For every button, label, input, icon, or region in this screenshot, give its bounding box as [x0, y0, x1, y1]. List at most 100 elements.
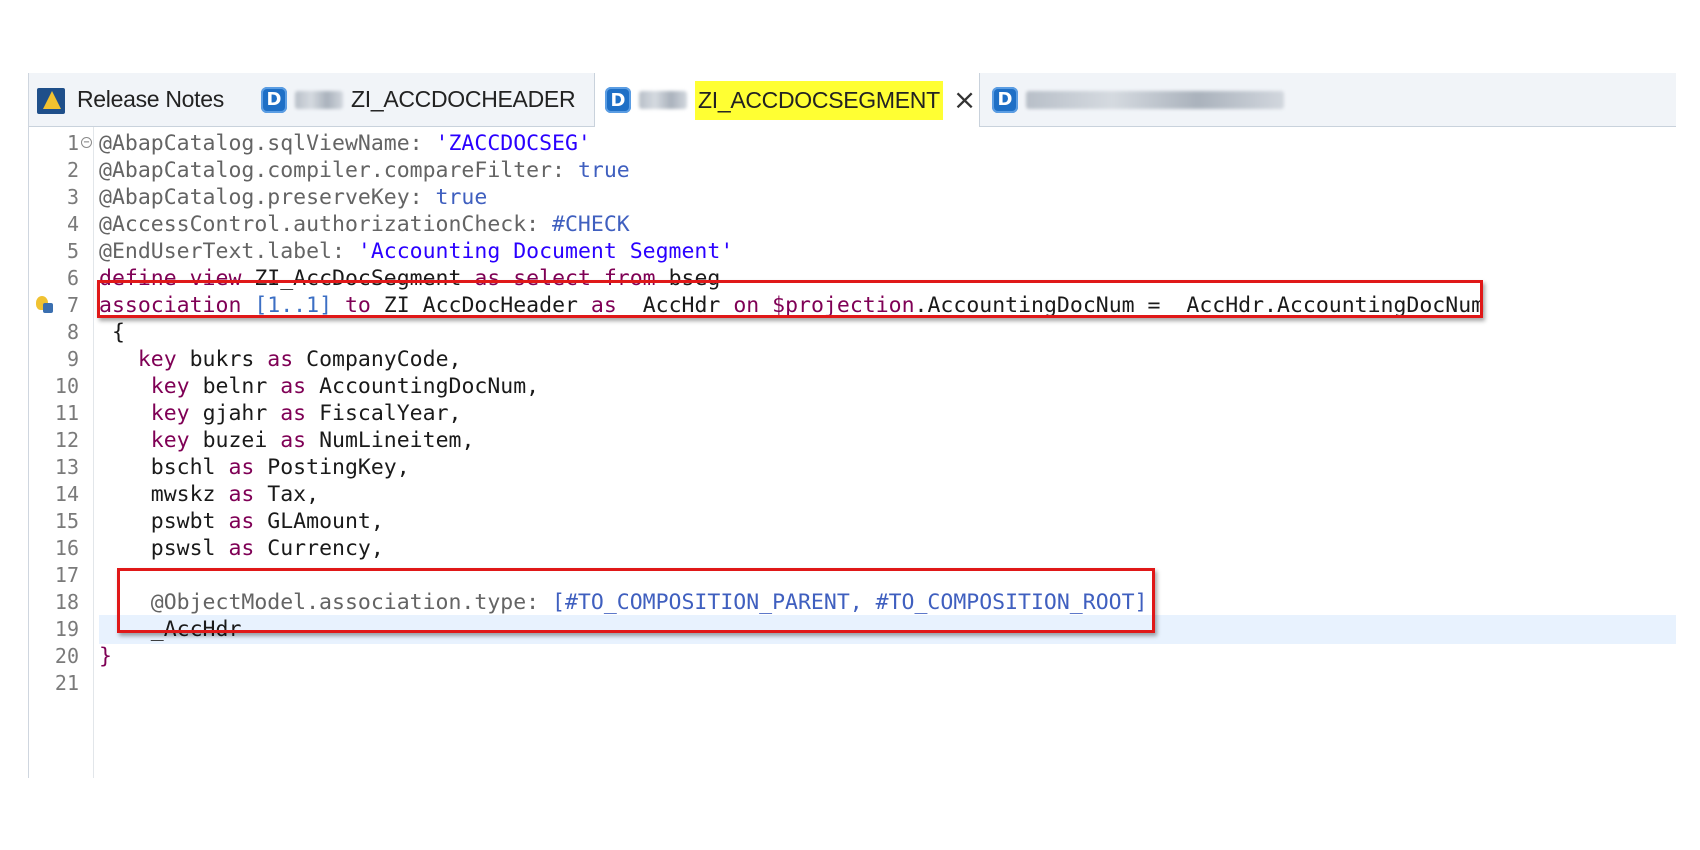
code-token: mwskz — [99, 482, 229, 507]
code-line[interactable]: 19 _AccHdr — [29, 615, 1676, 644]
code-line[interactable]: 1− @AbapCatalog.sqlViewName: 'ZACCDOCSEG' — [29, 129, 1676, 158]
tab-label: ZI_ACCDOCSEGMENT — [695, 80, 943, 120]
code-line[interactable]: 14 mwskz as Tax, — [29, 480, 1676, 509]
code-token: .AccountingDocNum = _AccHdr.AccountingDo… — [914, 293, 1485, 318]
line-number: 20 — [54, 644, 79, 668]
code-line[interactable]: 6 define view ZI_AccDocSegment as select … — [29, 264, 1676, 293]
code-token: _AccHdr — [629, 293, 734, 318]
code-token: as — [228, 509, 268, 534]
code-token: ZI_AccDocHeader — [383, 293, 591, 318]
line-number: 2 — [66, 158, 79, 182]
code-text: @AbapCatalog.sqlViewName: 'ZACCDOCSEG' — [99, 129, 1676, 158]
code-line[interactable]: 9 key bukrs as CompanyCode, — [29, 345, 1676, 374]
ddl-source-icon: D — [261, 86, 287, 113]
code-token: bseg — [668, 266, 721, 291]
code-line[interactable]: 13 bschl as PostingKey, — [29, 453, 1676, 482]
redacted-tab-name — [1026, 90, 1284, 109]
code-text: @ObjectModel.association.type: [#TO_COMP… — [99, 588, 1676, 617]
code-line[interactable]: 8 { — [29, 318, 1676, 347]
code-token: gjahr — [202, 401, 281, 426]
code-token: $projection — [772, 293, 915, 318]
line-number: 21 — [54, 671, 79, 695]
code-token: CompanyCode, — [306, 347, 462, 372]
code-token: define view — [99, 266, 255, 291]
release-notes-icon — [37, 85, 67, 115]
code-token: key — [99, 347, 190, 372]
code-token: pswsl — [99, 536, 229, 561]
code-token: Currency, — [267, 536, 384, 561]
code-token: @EndUserText.label: — [99, 239, 358, 264]
tab-release-notes[interactable]: Release Notes — [37, 73, 224, 126]
code-text: pswbt as GLAmount, — [99, 507, 1676, 536]
code-text: @AbapCatalog.preserveKey: true — [99, 183, 1676, 212]
code-token: 'Accounting Document Segment' — [357, 239, 734, 264]
code-text: define view ZI_AccDocSegment as select f… — [99, 264, 1676, 293]
line-number: 18 — [54, 590, 79, 614]
code-token: @AbapCatalog.compiler.compareFilter: — [99, 158, 578, 183]
code-line[interactable]: 10 key belnr as AccountingDocNum, — [29, 372, 1676, 401]
ddl-source-icon: D — [992, 86, 1018, 113]
code-text: key buzei as NumLineitem, — [99, 426, 1676, 455]
code-token: buzei — [202, 428, 281, 453]
code-text: key gjahr as FiscalYear, — [99, 399, 1676, 428]
code-token: AccountingDocNum, — [319, 374, 540, 399]
code-text: key belnr as AccountingDocNum, — [99, 372, 1676, 401]
code-token: 'ZACCDOCSEG' — [435, 131, 591, 156]
code-token: ZI_AccDocSegment — [254, 266, 475, 291]
editor-tab-bar: Release Notes D ZI_ACCDOCHEADER D ZI_ACC… — [29, 73, 1676, 127]
ddl-source-icon: D — [605, 87, 631, 113]
tab-redacted[interactable]: D — [992, 73, 1292, 126]
code-token: _AccHdr — [99, 617, 242, 642]
fold-toggle-icon[interactable]: − — [81, 137, 92, 148]
code-line[interactable]: 16 pswsl as Currency, — [29, 534, 1676, 563]
code-line[interactable]: 18 @ObjectModel.association.type: [#TO_C… — [29, 588, 1676, 617]
tab-zi-accdocsegment[interactable]: D ZI_ACCDOCSEGMENT × — [594, 73, 980, 127]
line-number: 6 — [66, 266, 79, 290]
code-token: association — [99, 293, 255, 318]
code-line[interactable]: 15 pswbt as GLAmount, — [29, 507, 1676, 536]
quick-fix-icon[interactable] — [35, 295, 55, 315]
code-token: } — [99, 644, 112, 669]
redacted-package-name — [295, 90, 343, 109]
line-number: 15 — [54, 509, 79, 533]
code-line[interactable]: 2 @AbapCatalog.compiler.compareFilter: tr… — [29, 156, 1676, 185]
tab-zi-accdocheader[interactable]: D ZI_ACCDOCHEADER — [261, 73, 576, 126]
code-text: key bukrs as CompanyCode, — [99, 345, 1676, 374]
code-token: @ObjectModel.association.type: — [99, 590, 553, 615]
code-line[interactable]: 12 key buzei as NumLineitem, — [29, 426, 1676, 455]
line-number: 9 — [66, 347, 79, 371]
code-line[interactable]: 20} — [29, 642, 1676, 671]
close-tab-icon[interactable]: × — [953, 86, 976, 114]
code-token: to — [344, 293, 384, 318]
line-number: 17 — [54, 563, 79, 587]
line-number: 11 — [54, 401, 79, 425]
code-token: key — [99, 374, 203, 399]
line-number: 1 — [66, 131, 79, 155]
code-line[interactable]: 21 — [29, 669, 1676, 698]
code-line[interactable]: 7 association [1..1] to ZI_AccDocHeader a… — [29, 291, 1676, 320]
code-text: mwskz as Tax, — [99, 480, 1676, 509]
code-line[interactable]: 4 @AccessControl.authorizationCheck: #CHE… — [29, 210, 1676, 239]
code-token: as — [267, 347, 307, 372]
code-token: true — [577, 158, 630, 183]
code-line[interactable]: 11 key gjahr as FiscalYear, — [29, 399, 1676, 428]
code-text: _AccHdr — [99, 615, 1676, 644]
code-text: { — [99, 318, 1676, 347]
redacted-package-name — [639, 91, 687, 109]
code-token: key — [99, 428, 203, 453]
code-line[interactable]: 5 @EndUserText.label: 'Accounting Documen… — [29, 237, 1676, 266]
line-number: 5 — [66, 239, 79, 263]
code-text: @EndUserText.label: 'Accounting Document… — [99, 237, 1676, 266]
code-text: pswsl as Currency, — [99, 534, 1676, 563]
code-line[interactable]: 17 — [29, 561, 1676, 590]
code-token: key — [99, 401, 203, 426]
line-number: 10 — [54, 374, 79, 398]
code-token: as — [228, 536, 268, 561]
code-editor[interactable]: 1− @AbapCatalog.sqlViewName: 'ZACCDOCSEG'… — [29, 127, 1676, 778]
code-line[interactable]: 3 @AbapCatalog.preserveKey: true — [29, 183, 1676, 212]
code-token: as — [280, 374, 320, 399]
code-text: } — [99, 642, 1676, 671]
line-number: 3 — [66, 185, 79, 209]
code-token: as select from — [474, 266, 669, 291]
